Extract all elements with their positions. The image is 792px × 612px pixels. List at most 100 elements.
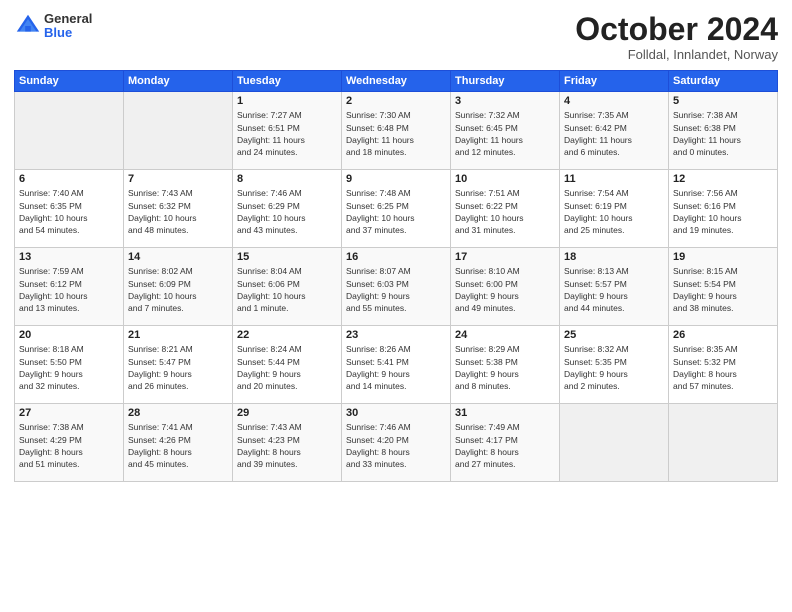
logo-general: General bbox=[44, 12, 92, 26]
table-row: 2 Sunrise: 7:30 AM Sunset: 6:48 PM Daylig… bbox=[342, 92, 451, 170]
logo-blue: Blue bbox=[44, 26, 92, 40]
day-info: Sunrise: 7:51 AM Sunset: 6:22 PM Dayligh… bbox=[455, 187, 555, 236]
day-number: 22 bbox=[237, 329, 337, 341]
day-number: 13 bbox=[19, 251, 119, 263]
day-number: 18 bbox=[564, 251, 664, 263]
day-number: 16 bbox=[346, 251, 446, 263]
day-number: 20 bbox=[19, 329, 119, 341]
table-row bbox=[560, 404, 669, 482]
day-info: Sunrise: 8:02 AM Sunset: 6:09 PM Dayligh… bbox=[128, 265, 228, 314]
day-info: Sunrise: 7:41 AM Sunset: 4:26 PM Dayligh… bbox=[128, 421, 228, 470]
table-row: 3 Sunrise: 7:32 AM Sunset: 6:45 PM Daylig… bbox=[451, 92, 560, 170]
day-info: Sunrise: 8:07 AM Sunset: 6:03 PM Dayligh… bbox=[346, 265, 446, 314]
day-number: 23 bbox=[346, 329, 446, 341]
week-row-4: 20Sunrise: 8:18 AM Sunset: 5:50 PM Dayli… bbox=[15, 326, 778, 404]
day-info: Sunrise: 7:32 AM Sunset: 6:45 PM Dayligh… bbox=[455, 109, 555, 158]
day-number: 12 bbox=[673, 173, 773, 185]
table-row: 27 Sunrise: 7:38 AM Sunset: 4:29 PM Dayli… bbox=[15, 404, 124, 482]
table-row: 26Sunrise: 8:35 AM Sunset: 5:32 PM Dayli… bbox=[669, 326, 778, 404]
col-sunday: Sunday bbox=[15, 71, 124, 92]
day-number: 4 bbox=[564, 95, 664, 107]
day-number: 7 bbox=[128, 173, 228, 185]
table-row: 15 Sunrise: 8:04 AM Sunset: 6:06 PM Dayli… bbox=[233, 248, 342, 326]
day-number: 8 bbox=[237, 173, 337, 185]
table-row: 30 Sunrise: 7:46 AM Sunset: 4:20 PM Dayli… bbox=[342, 404, 451, 482]
day-info: Sunrise: 7:49 AM Sunset: 4:17 PM Dayligh… bbox=[455, 421, 555, 470]
day-number: 19 bbox=[673, 251, 773, 263]
day-number: 28 bbox=[128, 407, 228, 419]
table-row: 11 Sunrise: 7:54 AM Sunset: 6:19 PM Dayli… bbox=[560, 170, 669, 248]
day-number: 1 bbox=[237, 95, 337, 107]
table-row: 13 Sunrise: 7:59 AM Sunset: 6:12 PM Dayli… bbox=[15, 248, 124, 326]
day-info: Sunrise: 8:13 AM Sunset: 5:57 PM Dayligh… bbox=[564, 265, 664, 314]
table-row: 28 Sunrise: 7:41 AM Sunset: 4:26 PM Dayli… bbox=[124, 404, 233, 482]
table-row: 31Sunrise: 7:49 AM Sunset: 4:17 PM Dayli… bbox=[451, 404, 560, 482]
col-thursday: Thursday bbox=[451, 71, 560, 92]
day-number: 2 bbox=[346, 95, 446, 107]
day-info: Sunrise: 8:21 AM Sunset: 5:47 PM Dayligh… bbox=[128, 343, 228, 392]
table-row: 6Sunrise: 7:40 AM Sunset: 6:35 PM Daylig… bbox=[15, 170, 124, 248]
table-row: 10 Sunrise: 7:51 AM Sunset: 6:22 PM Dayli… bbox=[451, 170, 560, 248]
day-number: 10 bbox=[455, 173, 555, 185]
day-info: Sunrise: 7:38 AM Sunset: 4:29 PM Dayligh… bbox=[19, 421, 119, 470]
table-row: 22Sunrise: 8:24 AM Sunset: 5:44 PM Dayli… bbox=[233, 326, 342, 404]
day-info: Sunrise: 7:59 AM Sunset: 6:12 PM Dayligh… bbox=[19, 265, 119, 314]
day-number: 27 bbox=[19, 407, 119, 419]
day-info: Sunrise: 7:43 AM Sunset: 4:23 PM Dayligh… bbox=[237, 421, 337, 470]
day-info: Sunrise: 7:46 AM Sunset: 6:29 PM Dayligh… bbox=[237, 187, 337, 236]
table-row: 12Sunrise: 7:56 AM Sunset: 6:16 PM Dayli… bbox=[669, 170, 778, 248]
logo-icon bbox=[14, 12, 42, 40]
table-row: 24Sunrise: 8:29 AM Sunset: 5:38 PM Dayli… bbox=[451, 326, 560, 404]
location: Folldal, Innlandet, Norway bbox=[575, 47, 778, 62]
day-info: Sunrise: 7:27 AM Sunset: 6:51 PM Dayligh… bbox=[237, 109, 337, 158]
table-row: 5Sunrise: 7:38 AM Sunset: 6:38 PM Daylig… bbox=[669, 92, 778, 170]
week-row-3: 13 Sunrise: 7:59 AM Sunset: 6:12 PM Dayli… bbox=[15, 248, 778, 326]
week-row-5: 27 Sunrise: 7:38 AM Sunset: 4:29 PM Dayli… bbox=[15, 404, 778, 482]
day-info: Sunrise: 7:46 AM Sunset: 4:20 PM Dayligh… bbox=[346, 421, 446, 470]
day-info: Sunrise: 7:38 AM Sunset: 6:38 PM Dayligh… bbox=[673, 109, 773, 158]
week-row-2: 6Sunrise: 7:40 AM Sunset: 6:35 PM Daylig… bbox=[15, 170, 778, 248]
day-number: 9 bbox=[346, 173, 446, 185]
day-number: 14 bbox=[128, 251, 228, 263]
day-number: 26 bbox=[673, 329, 773, 341]
logo-text: General Blue bbox=[44, 12, 92, 41]
table-row: 7Sunrise: 7:43 AM Sunset: 6:32 PM Daylig… bbox=[124, 170, 233, 248]
col-monday: Monday bbox=[124, 71, 233, 92]
table-row: 16 Sunrise: 8:07 AM Sunset: 6:03 PM Dayli… bbox=[342, 248, 451, 326]
day-info: Sunrise: 7:30 AM Sunset: 6:48 PM Dayligh… bbox=[346, 109, 446, 158]
col-saturday: Saturday bbox=[669, 71, 778, 92]
col-friday: Friday bbox=[560, 71, 669, 92]
day-info: Sunrise: 7:54 AM Sunset: 6:19 PM Dayligh… bbox=[564, 187, 664, 236]
table-row: 18 Sunrise: 8:13 AM Sunset: 5:57 PM Dayli… bbox=[560, 248, 669, 326]
table-row: 21 Sunrise: 8:21 AM Sunset: 5:47 PM Dayli… bbox=[124, 326, 233, 404]
week-row-1: 1 Sunrise: 7:27 AM Sunset: 6:51 PM Daylig… bbox=[15, 92, 778, 170]
col-tuesday: Tuesday bbox=[233, 71, 342, 92]
table-row: 17 Sunrise: 8:10 AM Sunset: 6:00 PM Dayli… bbox=[451, 248, 560, 326]
table-row bbox=[669, 404, 778, 482]
table-row: 9Sunrise: 7:48 AM Sunset: 6:25 PM Daylig… bbox=[342, 170, 451, 248]
day-info: Sunrise: 7:40 AM Sunset: 6:35 PM Dayligh… bbox=[19, 187, 119, 236]
day-info: Sunrise: 8:10 AM Sunset: 6:00 PM Dayligh… bbox=[455, 265, 555, 314]
table-row: 14 Sunrise: 8:02 AM Sunset: 6:09 PM Dayli… bbox=[124, 248, 233, 326]
calendar-table: Sunday Monday Tuesday Wednesday Thursday… bbox=[14, 70, 778, 482]
day-info: Sunrise: 8:15 AM Sunset: 5:54 PM Dayligh… bbox=[673, 265, 773, 314]
day-number: 15 bbox=[237, 251, 337, 263]
table-row: 20Sunrise: 8:18 AM Sunset: 5:50 PM Dayli… bbox=[15, 326, 124, 404]
day-number: 30 bbox=[346, 407, 446, 419]
table-row: 1 Sunrise: 7:27 AM Sunset: 6:51 PM Daylig… bbox=[233, 92, 342, 170]
header: General Blue October 2024 Folldal, Innla… bbox=[14, 12, 778, 62]
day-number: 11 bbox=[564, 173, 664, 185]
day-info: Sunrise: 8:04 AM Sunset: 6:06 PM Dayligh… bbox=[237, 265, 337, 314]
month-title: October 2024 bbox=[575, 12, 778, 47]
table-row: 25Sunrise: 8:32 AM Sunset: 5:35 PM Dayli… bbox=[560, 326, 669, 404]
table-row: 4Sunrise: 7:35 AM Sunset: 6:42 PM Daylig… bbox=[560, 92, 669, 170]
table-row: 29Sunrise: 7:43 AM Sunset: 4:23 PM Dayli… bbox=[233, 404, 342, 482]
col-wednesday: Wednesday bbox=[342, 71, 451, 92]
table-row: 19 Sunrise: 8:15 AM Sunset: 5:54 PM Dayli… bbox=[669, 248, 778, 326]
day-number: 21 bbox=[128, 329, 228, 341]
day-number: 3 bbox=[455, 95, 555, 107]
day-number: 17 bbox=[455, 251, 555, 263]
table-row: 23Sunrise: 8:26 AM Sunset: 5:41 PM Dayli… bbox=[342, 326, 451, 404]
title-block: October 2024 Folldal, Innlandet, Norway bbox=[575, 12, 778, 62]
table-row bbox=[124, 92, 233, 170]
